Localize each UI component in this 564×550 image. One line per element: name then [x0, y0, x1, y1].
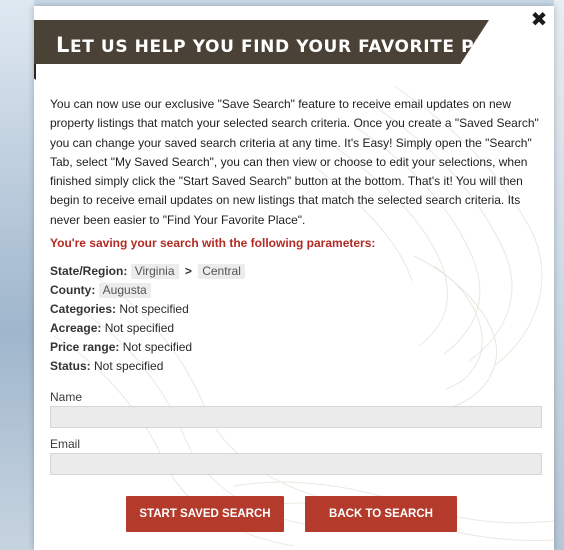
state-region-label: State/Region: [50, 264, 128, 278]
acreage-value: Not specified [104, 321, 175, 335]
intro-paragraph: You can now use our exclusive "Save Sear… [50, 97, 539, 227]
state-value-chip: Virginia [130, 264, 179, 279]
param-row-categories: Categories: Not specified [50, 300, 245, 319]
title-banner-fold [34, 64, 36, 80]
modal-title: LET US HELP YOU FIND YOUR FAVORITE PLACE [56, 33, 525, 57]
modal-title-rest: ET US HELP YOU FIND YOUR FAVORITE PLACE [69, 37, 525, 57]
param-row-acreage: Acreage: Not specified [50, 319, 245, 338]
categories-label: Categories: [50, 302, 117, 316]
modal-title-initial: L [56, 33, 70, 57]
price-range-label: Price range: [50, 340, 120, 354]
email-input[interactable] [50, 453, 542, 475]
save-search-modal: LET US HELP YOU FIND YOUR FAVORITE PLACE… [34, 6, 554, 550]
close-icon: ✖ [530, 7, 548, 31]
page-backdrop-left [0, 0, 34, 550]
param-row-status: Status: Not specified [50, 357, 245, 376]
param-row-price: Price range: Not specified [50, 338, 245, 357]
page-backdrop-right [554, 0, 564, 550]
saving-parameters-heading: You're saving your search with the follo… [50, 236, 376, 250]
param-row-county: County: Augusta [50, 281, 245, 300]
acreage-label: Acreage: [50, 321, 102, 335]
categories-value: Not specified [119, 302, 189, 316]
name-field-label: Name [50, 390, 83, 404]
start-saved-search-button[interactable]: START SAVED SEARCH [126, 496, 284, 532]
status-value: Not specified [94, 359, 164, 373]
email-field-label: Email [50, 437, 81, 451]
region-separator: > [184, 264, 192, 278]
search-parameters-list: State/Region: Virginia > Central County:… [50, 262, 245, 376]
back-to-search-button[interactable]: BACK TO SEARCH [305, 496, 457, 532]
close-button[interactable]: ✖ [528, 8, 550, 30]
region-value-chip: Central [198, 264, 245, 279]
county-label: County: [50, 283, 96, 297]
name-input[interactable] [50, 406, 542, 428]
price-range-value: Not specified [122, 340, 193, 354]
param-row-state: State/Region: Virginia > Central [50, 262, 245, 281]
status-label: Status: [50, 359, 91, 373]
county-value-chip: Augusta [98, 283, 151, 298]
